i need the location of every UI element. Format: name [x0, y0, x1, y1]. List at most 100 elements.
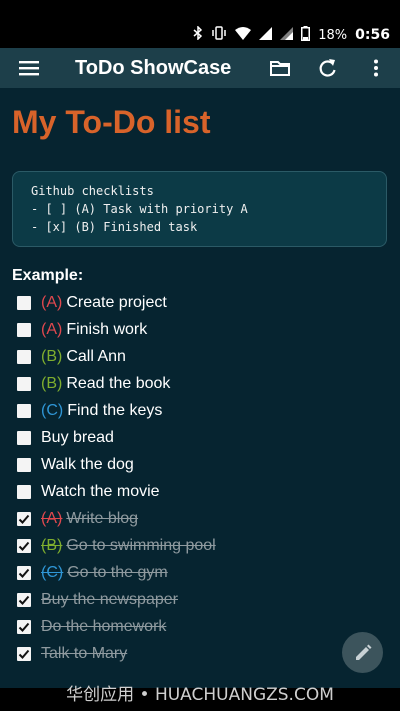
refresh-button[interactable]	[304, 48, 352, 88]
checkbox-checked[interactable]	[17, 565, 31, 580]
refresh-icon	[319, 59, 336, 77]
code-line: Github checklists	[31, 184, 154, 198]
task-item[interactable]: (C) Find the keys	[17, 397, 387, 424]
priority-tag: (A)	[41, 293, 63, 311]
pencil-icon	[355, 644, 371, 660]
menu-button[interactable]	[0, 48, 58, 88]
task-text: (B) Go to swimming pool	[41, 537, 216, 555]
task-item[interactable]: Buy the newspaper	[17, 586, 387, 613]
checkmark-icon	[18, 568, 30, 578]
task-label: Create project	[66, 293, 167, 311]
task-text: Talk to Mary	[41, 645, 127, 663]
checkbox-unchecked[interactable]	[17, 349, 31, 364]
folder-icon	[270, 61, 290, 76]
watermark: 华创应用 • HUACHUANGZS.COM	[66, 685, 334, 705]
task-text: (C) Find the keys	[41, 402, 162, 420]
priority-tag: (B)	[41, 347, 63, 365]
task-text: (A) Write blog	[41, 510, 138, 528]
task-list: (A) Create project (A) Finish work (B) Call A…	[17, 289, 387, 667]
signal-icon	[280, 26, 294, 44]
task-item[interactable]: Walk the dog	[17, 451, 387, 478]
task-label: Buy the newspaper	[41, 590, 178, 608]
code-line: - [ ] (A) Task with priority A	[31, 202, 248, 216]
task-item[interactable]: Do the homework	[17, 613, 387, 640]
task-text: Buy the newspaper	[41, 591, 178, 609]
document-view[interactable]: My To-Do list Github checklists - [ ] (A…	[0, 88, 400, 688]
priority-tag: (A)	[41, 320, 63, 338]
task-label: Read the book	[66, 374, 171, 392]
task-item[interactable]: (A) Create project	[17, 289, 387, 316]
clock: 0:56	[355, 27, 390, 43]
checkbox-checked[interactable]	[17, 538, 31, 553]
checkbox-unchecked[interactable]	[17, 430, 31, 445]
checkbox-unchecked[interactable]	[17, 376, 31, 391]
task-label: Talk to Mary	[41, 644, 128, 662]
signal-icon	[259, 26, 273, 44]
task-text: Buy bread	[41, 429, 114, 447]
app-bar: ToDo ShowCase	[0, 48, 400, 88]
app-title: ToDo ShowCase	[75, 56, 232, 79]
wifi-icon	[235, 26, 252, 44]
task-text: Watch the movie	[41, 483, 160, 501]
task-item[interactable]: (C) Go to the gym	[17, 559, 387, 586]
checkmark-icon	[18, 622, 30, 632]
task-label: Find the keys	[67, 401, 163, 419]
status-bar: 18% 0:56	[0, 22, 400, 48]
task-item[interactable]: (B) Call Ann	[17, 343, 387, 370]
task-text: (A) Create project	[41, 294, 167, 312]
task-label: Finish work	[66, 320, 148, 338]
more-vert-icon	[374, 59, 378, 77]
priority-tag: (A)	[41, 509, 63, 527]
task-item[interactable]: Watch the movie	[17, 478, 387, 505]
task-item[interactable]: Talk to Mary	[17, 640, 387, 667]
checkbox-unchecked[interactable]	[17, 457, 31, 472]
edit-fab-button[interactable]	[342, 632, 383, 673]
checkbox-unchecked[interactable]	[17, 403, 31, 418]
task-label: Write blog	[66, 509, 139, 527]
checkbox-checked[interactable]	[17, 511, 31, 526]
checkmark-icon	[18, 649, 30, 659]
vibrate-icon	[211, 26, 227, 44]
task-item[interactable]: (A) Write blog	[17, 505, 387, 532]
task-text: (B) Call Ann	[41, 348, 126, 366]
checkbox-unchecked[interactable]	[17, 295, 31, 310]
bluetooth-icon	[193, 25, 203, 44]
task-text: (C) Go to the gym	[41, 564, 168, 582]
battery-percent: 18%	[318, 27, 348, 43]
priority-tag: (C)	[41, 563, 64, 581]
task-label: Watch the movie	[41, 482, 160, 500]
checkmark-icon	[18, 514, 30, 524]
checkbox-checked[interactable]	[17, 646, 31, 661]
task-label: Do the homework	[41, 617, 167, 635]
task-label: Walk the dog	[41, 455, 134, 473]
task-label: Buy bread	[41, 428, 114, 446]
checkmark-icon	[18, 541, 30, 551]
task-item[interactable]: (B) Read the book	[17, 370, 387, 397]
top-black-bar	[0, 0, 400, 22]
task-text: Walk the dog	[41, 456, 134, 474]
code-block: Github checklists - [ ] (A) Task with pr…	[12, 171, 387, 247]
task-item[interactable]: (A) Finish work	[17, 316, 387, 343]
task-text: (A) Finish work	[41, 321, 147, 339]
task-item[interactable]: (B) Go to swimming pool	[17, 532, 387, 559]
task-label: Go to the gym	[67, 563, 168, 581]
priority-tag: (C)	[41, 401, 64, 419]
task-item[interactable]: Buy bread	[17, 424, 387, 451]
task-label: Go to swimming pool	[66, 536, 216, 554]
priority-tag: (B)	[41, 536, 63, 554]
checkbox-unchecked[interactable]	[17, 322, 31, 337]
checkbox-checked[interactable]	[17, 619, 31, 634]
battery-icon	[301, 25, 311, 45]
example-label: Example:	[12, 267, 84, 284]
task-text: Do the homework	[41, 618, 166, 636]
open-folder-button[interactable]	[256, 48, 304, 88]
code-line: - [x] (B) Finished task	[31, 220, 198, 234]
task-text: (B) Read the book	[41, 375, 170, 393]
more-options-button[interactable]	[352, 48, 400, 88]
task-label: Call Ann	[66, 347, 126, 365]
checkbox-unchecked[interactable]	[17, 484, 31, 499]
page-title: My To-Do list	[12, 104, 211, 140]
checkmark-icon	[18, 595, 30, 605]
priority-tag: (B)	[41, 374, 63, 392]
checkbox-checked[interactable]	[17, 592, 31, 607]
